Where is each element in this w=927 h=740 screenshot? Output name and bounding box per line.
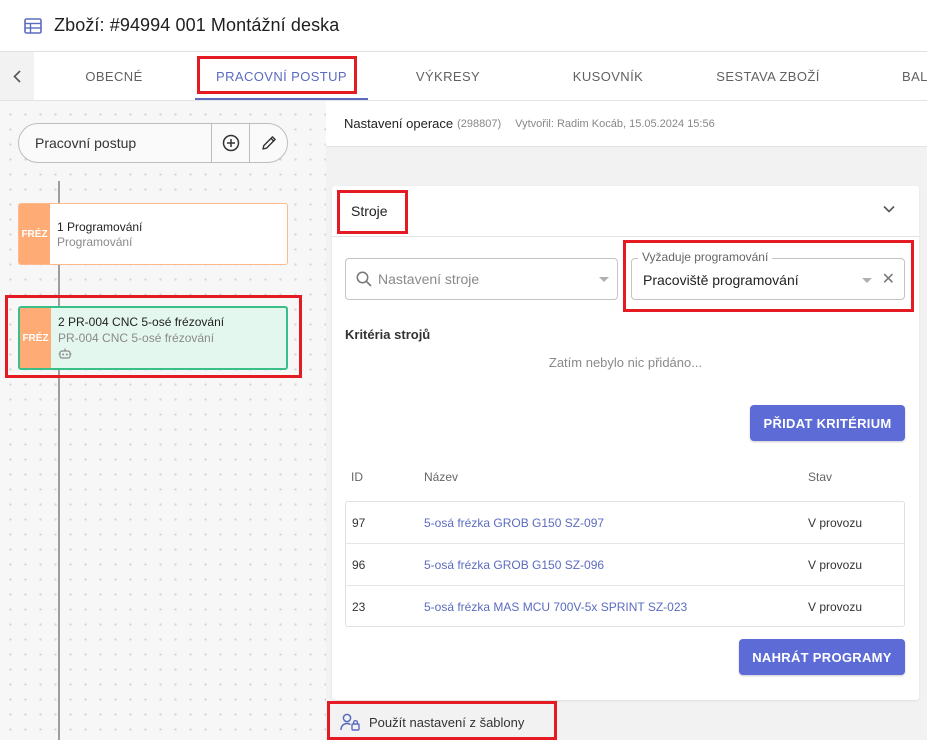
operation-card[interactable]: FRÉZ 1 Programování Programování xyxy=(18,203,288,265)
table-row[interactable]: 97 5-osá frézka GROB G150 SZ-097 V provo… xyxy=(346,502,904,544)
machine-state: V provozu xyxy=(808,558,863,572)
operation-settings-header: Nastavení operace (298807) Vytvořil: Rad… xyxy=(326,101,927,147)
machine-name-link[interactable]: 5-osá frézka MAS MCU 700V-5x SPRINT SZ-0… xyxy=(424,600,687,614)
table-icon xyxy=(24,17,42,34)
tabs-scroll-left-button[interactable] xyxy=(0,52,34,100)
criteria-empty-message: Zatím nebylo nic přidáno... xyxy=(548,355,703,370)
machines-table: 97 5-osá frézka GROB G150 SZ-097 V provo… xyxy=(345,501,905,627)
tab-general[interactable]: OBECNÉ xyxy=(58,52,170,100)
operation-type-tag: FRÉZ xyxy=(19,204,50,264)
machine-name-link[interactable]: 5-osá frézka GROB G150 SZ-096 xyxy=(424,558,604,572)
chevron-down-icon[interactable] xyxy=(883,205,895,213)
machine-id: 97 xyxy=(352,516,366,530)
operation-type-tag: FRÉZ xyxy=(20,308,51,368)
procedure-selector[interactable]: Pracovní postup xyxy=(19,135,211,151)
tab-bom[interactable]: KUSOVNÍK xyxy=(538,52,678,100)
dropdown-arrow-icon xyxy=(599,277,609,282)
requires-programming-value: Pracoviště programování xyxy=(643,272,799,288)
machine-state: V provozu xyxy=(808,516,863,530)
dropdown-arrow-icon xyxy=(862,278,872,283)
tab-packaging[interactable]: BAL xyxy=(878,52,927,100)
operation-subtitle: PR-004 CNC 5-osé frézování xyxy=(58,331,215,345)
tab-assembly[interactable]: SESTAVA ZBOŽÍ xyxy=(698,52,838,100)
machine-criteria-title: Kritéria strojů xyxy=(345,327,431,342)
operation-subtitle: Programování xyxy=(57,235,133,249)
machine-name-link[interactable]: 5-osá frézka GROB G150 SZ-097 xyxy=(424,516,604,530)
upload-programs-button[interactable]: NAHRÁT PROGRAMY xyxy=(739,639,905,675)
clear-icon[interactable]: ✕ xyxy=(882,269,895,289)
tab-bar: OBECNÉ PRACOVNÍ POSTUP VÝKRESY KUSOVNÍK … xyxy=(0,52,927,101)
procedure-toolbar: Pracovní postup xyxy=(18,123,288,163)
table-row[interactable]: 96 5-osá frézka GROB G150 SZ-096 V provo… xyxy=(346,544,904,586)
pencil-icon xyxy=(261,136,276,150)
operation-title: 2 PR-004 CNC 5-osé frézování xyxy=(58,315,225,329)
machine-setting-select[interactable]: Nastavení stroje xyxy=(345,258,618,300)
operation-card-selected[interactable]: FRÉZ 2 PR-004 CNC 5-osé frézování PR-004… xyxy=(18,306,288,370)
column-header-state: Stav xyxy=(808,470,833,484)
use-template-settings-button[interactable]: Použít nastavení z šablony xyxy=(326,704,927,740)
machines-title: Stroje xyxy=(351,203,388,219)
use-template-label: Použít nastavení z šablony xyxy=(369,714,525,730)
operation-id: (298807) xyxy=(457,117,502,130)
page-title: Zboží: #94994 001 Montážní deska xyxy=(54,15,340,35)
settings-title: Nastavení operace xyxy=(344,116,454,131)
page-header: Zboží: #94994 001 Montážní deska xyxy=(0,0,927,52)
tab-drawings[interactable]: VÝKRESY xyxy=(378,52,518,100)
user-lock-icon xyxy=(340,713,360,731)
procedure-canvas: Pracovní postup FRÉZ 1 Programování Prog… xyxy=(0,101,326,740)
machine-state: V provozu xyxy=(808,600,863,614)
operation-settings-panel: Nastavení operace (298807) Vytvořil: Rad… xyxy=(326,101,927,740)
active-tab-indicator xyxy=(195,98,368,100)
requires-programming-label: Vyžaduje programování xyxy=(638,250,773,264)
robot-icon xyxy=(58,348,72,359)
machine-id: 96 xyxy=(352,558,366,572)
operation-title: 1 Programování xyxy=(57,220,143,234)
search-icon xyxy=(356,271,372,287)
requires-programming-select[interactable]: Vyžaduje programování Pracoviště program… xyxy=(631,250,905,300)
created-info: Vytvořil: Radim Kocáb, 15.05.2024 15:56 xyxy=(515,117,715,130)
plus-circle-icon xyxy=(222,134,239,152)
tab-work-procedure[interactable]: PRACOVNÍ POSTUP xyxy=(195,52,368,100)
machine-setting-placeholder: Nastavení stroje xyxy=(378,271,480,287)
chevron-left-icon xyxy=(13,69,21,83)
column-header-id: ID xyxy=(351,470,363,484)
add-operation-button[interactable] xyxy=(211,124,249,162)
machine-id: 23 xyxy=(352,600,366,614)
machines-card: Stroje Nastavení stroje Vyžaduje program… xyxy=(332,186,919,700)
edit-procedure-button[interactable] xyxy=(249,124,287,162)
add-criterion-button[interactable]: PŘIDAT KRITÉRIUM xyxy=(750,405,905,441)
table-row[interactable]: 23 5-osá frézka MAS MCU 700V-5x SPRINT S… xyxy=(346,586,904,628)
machines-card-header[interactable]: Stroje xyxy=(332,186,919,237)
column-header-name: Název xyxy=(424,470,459,484)
